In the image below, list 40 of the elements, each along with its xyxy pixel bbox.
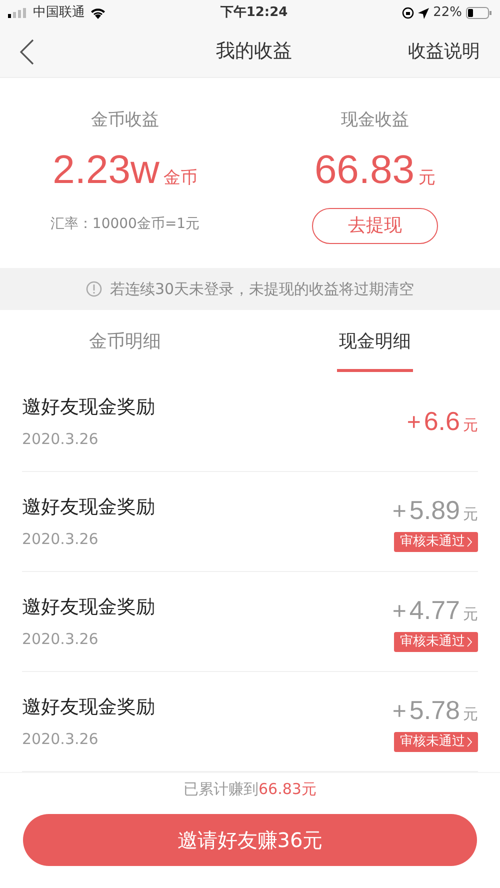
total-earned-label: 已累计赚到	[184, 778, 259, 800]
battery-icon	[466, 7, 492, 19]
coin-unit: 金币	[163, 166, 198, 190]
invite-friends-button[interactable]: 邀请好友赚36元	[23, 814, 477, 866]
clock-time: 下午12:24	[220, 4, 288, 22]
record-title: 邀好友现金奖励	[22, 495, 155, 520]
signal-icon	[8, 8, 28, 18]
review-failed-badge[interactable]: 审核未通过	[394, 632, 478, 652]
record-amount: +4.77 元	[392, 594, 478, 627]
record-date: 2020.3.26	[22, 628, 100, 650]
review-failed-badge[interactable]: 审核未通过	[394, 532, 478, 552]
record-date: 2020.3.26	[22, 728, 100, 750]
tab[interactable]: 现金明细	[337, 310, 413, 372]
record-title: 邀好友现金奖励	[22, 395, 155, 420]
cash-earnings-label: 现金收益	[341, 109, 409, 132]
earnings-info-link[interactable]: 收益说明	[408, 38, 480, 65]
record-amount: +5.78 元	[392, 694, 478, 727]
record-date: 2020.3.26	[22, 528, 100, 550]
exchange-rate-note: 汇率：10000金币=1元	[50, 214, 200, 234]
record-date: 2020.3.26	[22, 428, 100, 450]
withdraw-button[interactable]: 去提现	[312, 208, 438, 244]
page-title: 我的收益	[216, 39, 292, 64]
cash-unit: 元	[418, 166, 436, 190]
carrier-name: 中国联通	[33, 4, 85, 22]
record-amount: +5.89 元	[392, 494, 478, 527]
record-title: 邀好友现金奖励	[22, 695, 155, 720]
review-failed-badge[interactable]: 审核未通过	[394, 732, 478, 752]
cash-earnings-value: 66.83	[314, 146, 415, 194]
wifi-icon	[90, 7, 106, 19]
record-title: 邀好友现金奖励	[22, 595, 155, 620]
location-arrow-icon	[418, 8, 430, 18]
info-icon	[86, 281, 102, 297]
coin-earnings-value: 2.23w	[52, 146, 160, 194]
record-amount: +6.6 元	[406, 405, 478, 438]
battery-percent: 22%	[433, 4, 462, 22]
rotation-lock-icon	[402, 7, 414, 19]
notice-text: 若连续30天未登录，未提现的收益将过期清空	[110, 278, 414, 300]
coin-earnings-label: 金币收益	[91, 109, 159, 132]
total-earned-amount: 66.83元	[258, 778, 316, 800]
tab[interactable]: 金币明细	[89, 310, 161, 372]
